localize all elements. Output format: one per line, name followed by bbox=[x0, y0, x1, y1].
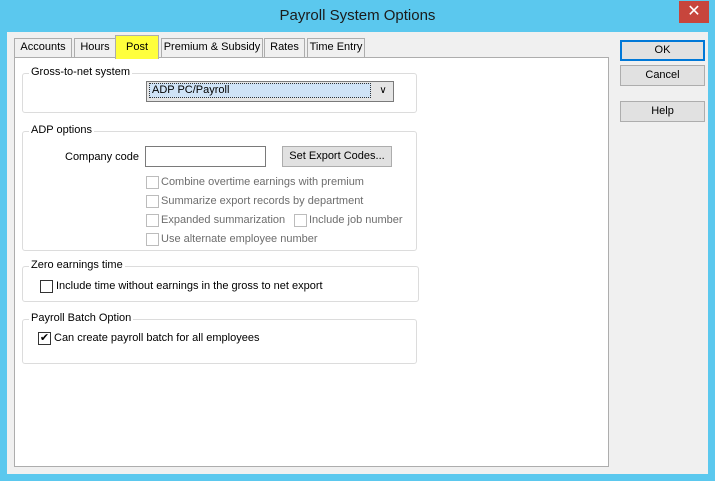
gross-to-net-group: Gross-to-net system ADP PC/Payroll ∨ bbox=[22, 66, 417, 113]
gross-to-net-selected-value: ADP PC/Payroll bbox=[149, 83, 371, 98]
chevron-down-icon[interactable]: ∨ bbox=[375, 82, 391, 99]
gross-to-net-select[interactable]: ADP PC/Payroll ∨ bbox=[146, 81, 394, 102]
company-code-input[interactable] bbox=[145, 146, 266, 167]
payroll-batch-legend: Payroll Batch Option bbox=[29, 312, 134, 324]
alternate-employee-number-label: Use alternate employee number bbox=[161, 233, 318, 245]
create-payroll-batch-label: Can create payroll batch for all employe… bbox=[54, 332, 260, 344]
tab-post[interactable]: Post bbox=[115, 35, 159, 59]
include-job-number-checkbox[interactable] bbox=[294, 214, 307, 227]
combine-overtime-label: Combine overtime earnings with premium bbox=[161, 176, 364, 188]
alternate-employee-number-checkbox[interactable] bbox=[146, 233, 159, 246]
close-icon[interactable]: ✕ bbox=[679, 1, 709, 23]
tab-accounts[interactable]: Accounts bbox=[14, 38, 72, 58]
tab-hours[interactable]: Hours bbox=[74, 38, 116, 58]
zero-earnings-group: Zero earnings time Include time without … bbox=[22, 259, 419, 302]
include-zero-earnings-checkbox[interactable] bbox=[40, 280, 53, 293]
payroll-batch-group: Payroll Batch Option ✔ Can create payrol… bbox=[22, 312, 417, 364]
gross-to-net-legend: Gross-to-net system bbox=[29, 66, 133, 78]
expanded-summarization-label: Expanded summarization bbox=[161, 214, 286, 226]
tab-rates[interactable]: Rates bbox=[264, 38, 305, 58]
post-tab-panel: Gross-to-net system ADP PC/Payroll ∨ ADP… bbox=[14, 57, 609, 467]
title-bar[interactable]: Payroll System Options ✕ bbox=[0, 0, 715, 32]
tab-premium-subsidy[interactable]: Premium & Subsidy bbox=[161, 38, 263, 58]
tab-time-entry[interactable]: Time Entry bbox=[307, 38, 365, 58]
combine-overtime-checkbox[interactable] bbox=[146, 176, 159, 189]
dialog-window: Payroll System Options ✕ Accounts Hours … bbox=[0, 0, 715, 481]
window-title: Payroll System Options bbox=[279, 7, 436, 24]
include-zero-earnings-label: Include time without earnings in the gro… bbox=[56, 280, 323, 292]
company-code-label: Company code bbox=[65, 151, 139, 163]
adp-options-legend: ADP options bbox=[29, 124, 94, 136]
ok-button[interactable]: OK bbox=[620, 40, 705, 61]
zero-earnings-legend: Zero earnings time bbox=[29, 259, 125, 271]
include-job-number-label: Include job number bbox=[309, 214, 403, 226]
help-button[interactable]: Help bbox=[620, 101, 705, 122]
create-payroll-batch-checkbox[interactable]: ✔ bbox=[38, 332, 51, 345]
summarize-by-department-label: Summarize export records by department bbox=[161, 195, 364, 207]
cancel-button[interactable]: Cancel bbox=[620, 65, 705, 86]
adp-options-group: ADP options Company code Set Export Code… bbox=[22, 124, 417, 251]
expanded-summarization-checkbox[interactable] bbox=[146, 214, 159, 227]
dialog-client: Accounts Hours Post Premium & Subsidy Ra… bbox=[7, 32, 708, 474]
set-export-codes-button[interactable]: Set Export Codes... bbox=[282, 146, 392, 167]
summarize-by-department-checkbox[interactable] bbox=[146, 195, 159, 208]
